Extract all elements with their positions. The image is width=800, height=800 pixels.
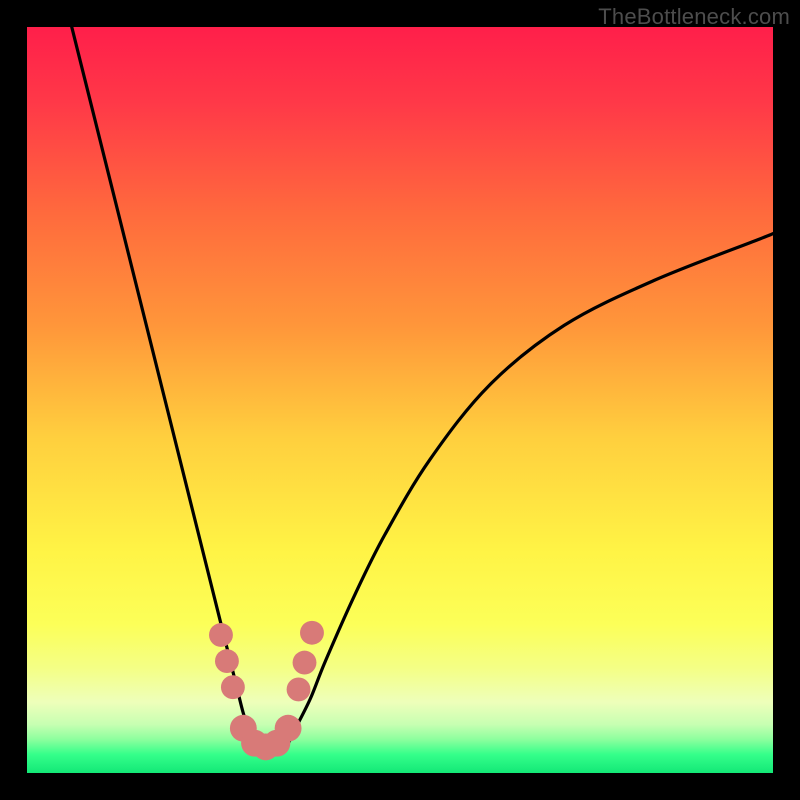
curve-markers: [209, 621, 324, 761]
curve-marker: [293, 651, 317, 675]
curve-marker: [275, 715, 302, 742]
watermark-text: TheBottleneck.com: [598, 4, 790, 30]
curve-marker: [215, 649, 239, 673]
curve-marker: [209, 623, 233, 647]
curve-marker: [287, 678, 311, 702]
chart-frame: TheBottleneck.com: [0, 0, 800, 800]
curve-marker: [221, 675, 245, 699]
curve-layer: [27, 27, 773, 773]
curve-marker: [300, 621, 324, 645]
plot-area: [27, 27, 773, 773]
bottleneck-curve: [72, 27, 773, 751]
